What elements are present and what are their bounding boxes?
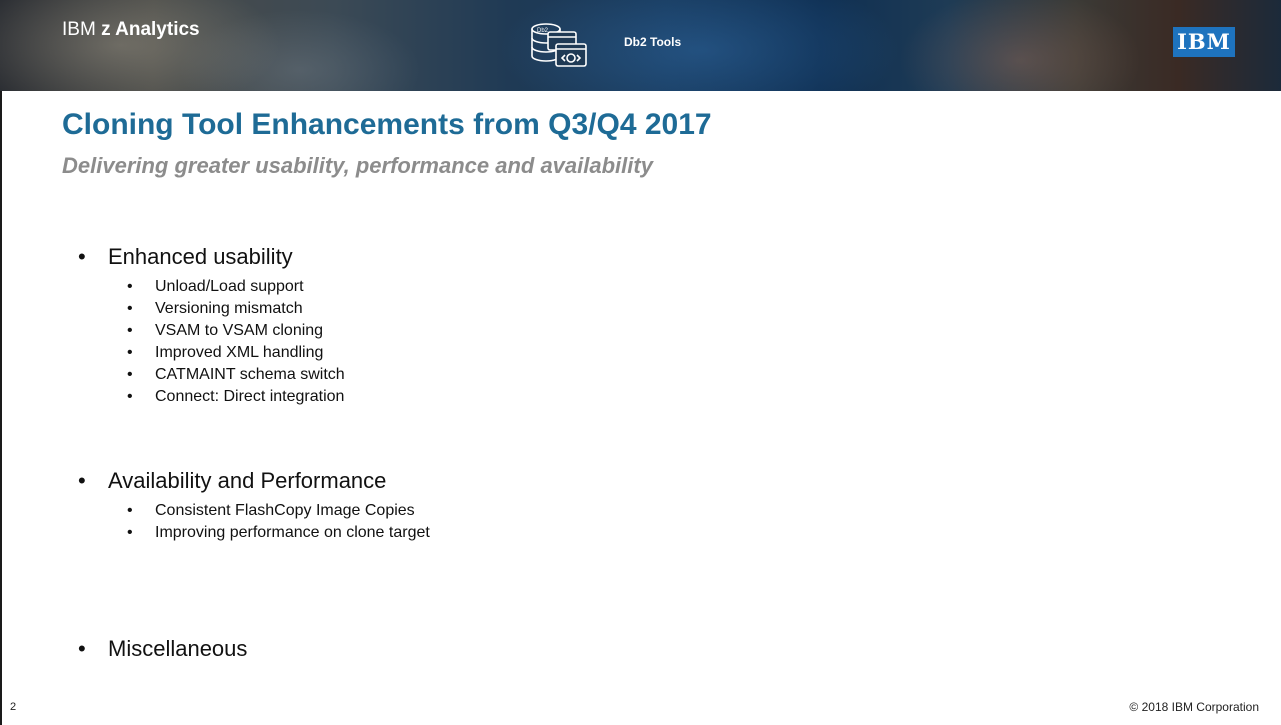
list-item: Connect: Direct integration <box>127 388 345 406</box>
list-item: Unload/Load support <box>127 278 303 296</box>
bullet-miscellaneous: Miscellaneous <box>78 636 247 662</box>
brand-prefix: IBM <box>62 19 96 40</box>
slide-border <box>0 0 2 725</box>
bullet-availability-performance: Availability and Performance <box>78 468 386 494</box>
copyright: © 2018 IBM Corporation <box>1129 700 1259 714</box>
slide-subtitle: Delivering greater usability, performanc… <box>62 153 653 178</box>
list-item: Improved XML handling <box>127 344 323 362</box>
bullet-enhanced-usability: Enhanced usability <box>78 244 293 270</box>
slide-title: Cloning Tool Enhancements from Q3/Q4 201… <box>62 108 712 141</box>
brand-bold: z Analytics <box>101 19 200 40</box>
list-item: Consistent FlashCopy Image Copies <box>127 502 415 520</box>
list-item: Improving performance on clone target <box>127 524 430 542</box>
header-banner: IBM z Analytics Db2 Db2 Tools IBM <box>0 0 1281 91</box>
db2-database-icon: Db2 <box>531 23 587 67</box>
page-number: 2 <box>10 701 17 713</box>
brand-label: IBM z Analytics <box>62 19 200 41</box>
db2-icon-label: Db2 <box>537 28 549 34</box>
ibm-logo: IBM <box>1173 27 1235 57</box>
list-item: Versioning mismatch <box>127 300 303 318</box>
list-item: CATMAINT schema switch <box>127 366 345 384</box>
list-item: VSAM to VSAM cloning <box>127 322 323 340</box>
product-name: Db2 Tools <box>624 35 682 49</box>
